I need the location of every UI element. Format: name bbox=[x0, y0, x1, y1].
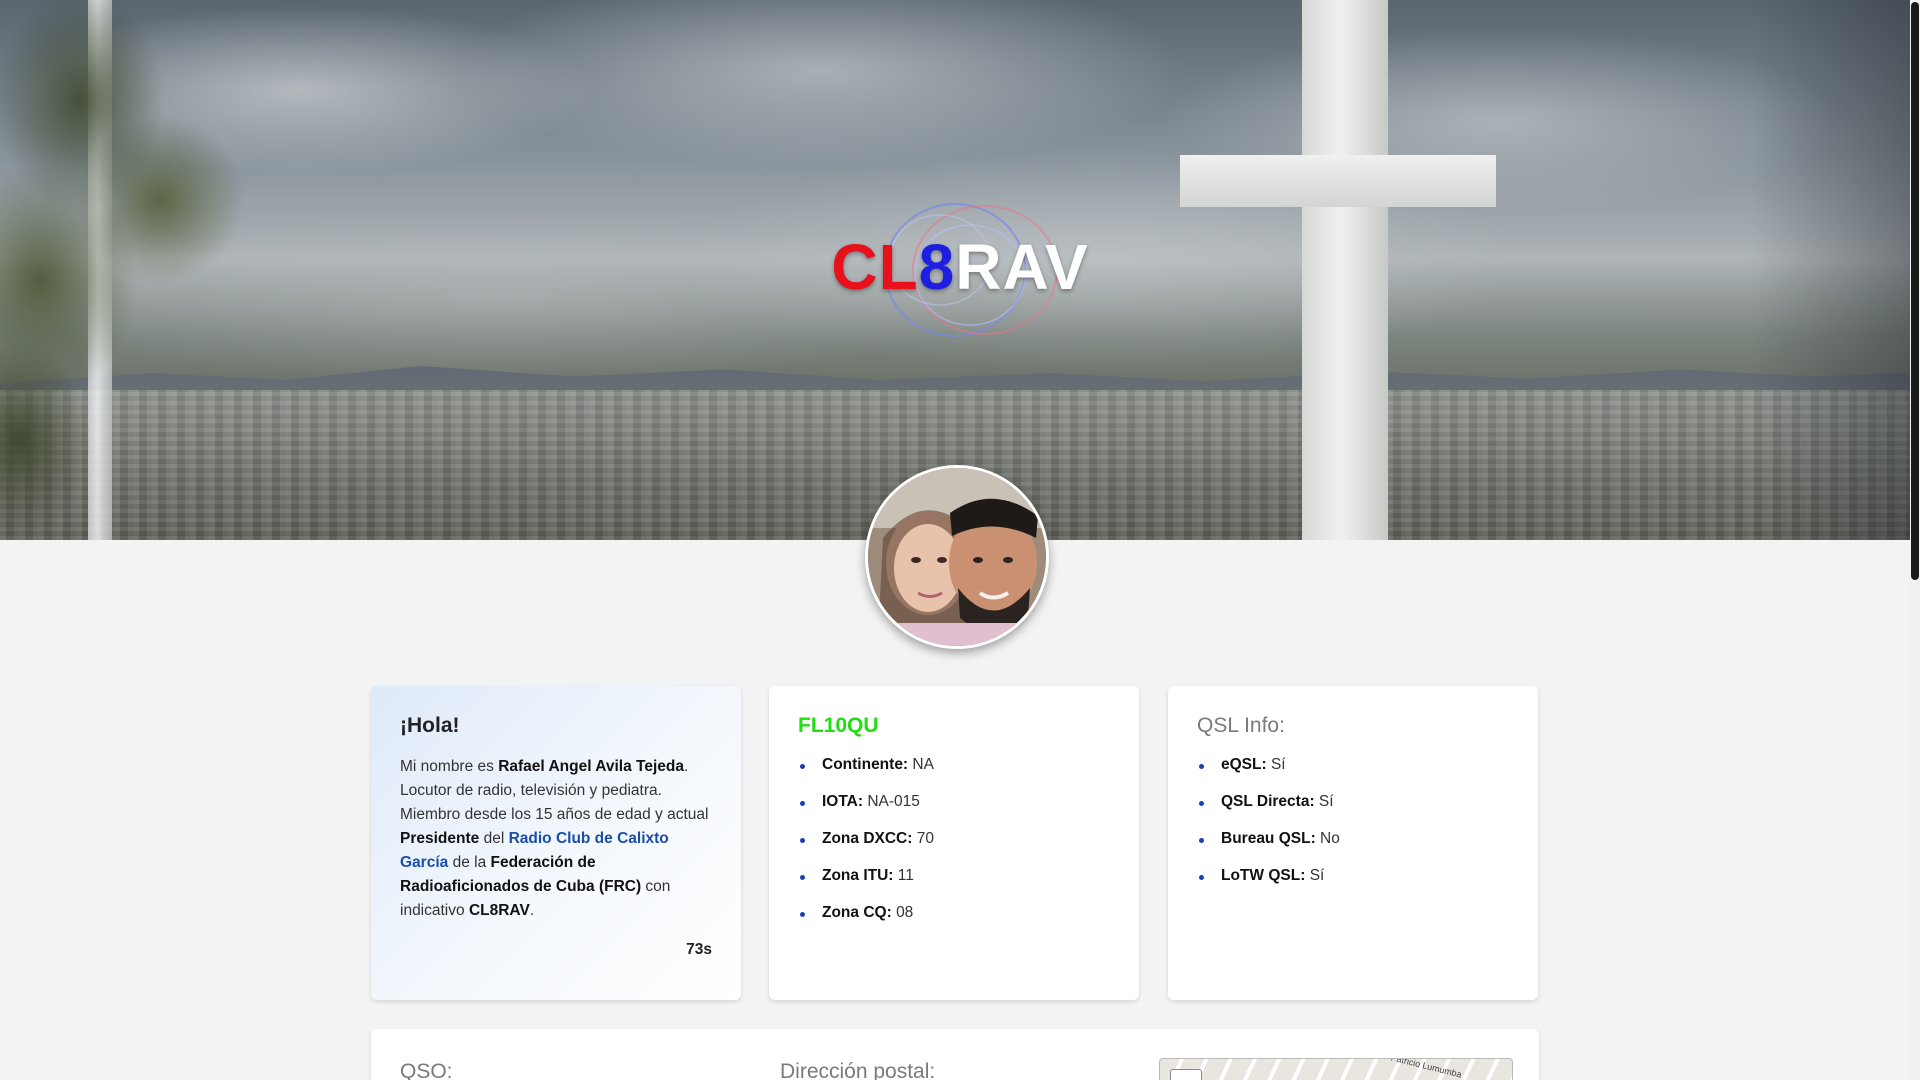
item-label: IOTA: bbox=[822, 793, 864, 810]
map-zoom-control[interactable] bbox=[1170, 1069, 1202, 1080]
site-logo[interactable]: CL8RAV bbox=[830, 200, 1090, 340]
station-card: FL10QU Continente: NA IOTA: NA-015 Zona … bbox=[769, 686, 1139, 1000]
logo-suffix: RAV bbox=[955, 231, 1089, 303]
item-value: NA-015 bbox=[867, 793, 920, 810]
item-label: QSL Directa: bbox=[1221, 793, 1315, 810]
signoff: 73s bbox=[686, 941, 712, 958]
list-item: IOTA: NA-015 bbox=[798, 792, 1110, 812]
item-label: Zona ITU: bbox=[822, 867, 894, 884]
address-title: Dirección postal: bbox=[780, 1060, 936, 1080]
logo-callsign: CL8RAV bbox=[830, 230, 1090, 304]
item-value: 11 bbox=[897, 867, 914, 884]
item-label: Bureau QSL: bbox=[1221, 830, 1316, 847]
bullet-icon bbox=[800, 875, 805, 880]
bullet-icon bbox=[1199, 875, 1204, 880]
scrollbar-thumb[interactable] bbox=[1911, 2, 1919, 580]
list-item: Bureau QSL: No bbox=[1197, 829, 1509, 849]
station-info-list: Continente: NA IOTA: NA-015 Zona DXCC: 7… bbox=[798, 755, 1110, 923]
intro-card: ¡Hola! Mi nombre es Rafael Angel Avila T… bbox=[371, 686, 741, 1000]
avatar-photo-icon bbox=[868, 468, 1046, 646]
item-label: LoTW QSL: bbox=[1221, 867, 1306, 884]
item-label: Zona CQ: bbox=[822, 904, 892, 921]
item-value: Sí bbox=[1270, 756, 1286, 773]
bio-text: . bbox=[529, 902, 535, 919]
logo-prefix: CL bbox=[831, 231, 919, 303]
bio-text: del bbox=[479, 830, 509, 847]
item-value: 70 bbox=[916, 830, 934, 847]
intro-title: ¡Hola! bbox=[400, 714, 460, 737]
scrollbar[interactable] bbox=[1910, 0, 1920, 1080]
list-item: QSL Directa: Sí bbox=[1197, 792, 1509, 812]
hero-edge-shadow bbox=[1750, 0, 1910, 540]
qsl-card: QSL Info: eQSL: Sí QSL Directa: Sí Burea… bbox=[1168, 686, 1538, 1000]
item-value: 08 bbox=[896, 904, 914, 921]
list-item: Continente: NA bbox=[798, 755, 1110, 775]
bullet-icon bbox=[1199, 801, 1204, 806]
qso-title: QSO: bbox=[400, 1060, 453, 1080]
item-label: Continente: bbox=[822, 756, 909, 773]
item-label: eQSL: bbox=[1221, 756, 1267, 773]
cross-vertical-beam bbox=[1302, 0, 1388, 540]
bio-callsign: CL8RAV bbox=[468, 902, 530, 919]
bullet-icon bbox=[800, 838, 805, 843]
map-street-label: Patricio Lumumba bbox=[1389, 1058, 1463, 1080]
bio-name: Rafael Angel Avila Tejeda bbox=[498, 758, 684, 775]
bullet-icon bbox=[1199, 764, 1204, 769]
profile-avatar bbox=[865, 465, 1049, 649]
item-value: No bbox=[1320, 830, 1340, 847]
item-value: NA bbox=[912, 756, 934, 773]
item-value: Sí bbox=[1318, 793, 1334, 810]
bullet-icon bbox=[1199, 838, 1204, 843]
qsl-info-list: eQSL: Sí QSL Directa: Sí Bureau QSL: No … bbox=[1197, 755, 1509, 886]
item-value: Sí bbox=[1309, 867, 1325, 884]
bio-text: Mi nombre es bbox=[400, 758, 499, 775]
list-item: Zona CQ: 08 bbox=[798, 903, 1110, 923]
logo-digit: 8 bbox=[918, 231, 956, 303]
tree-foliage bbox=[0, 0, 290, 540]
bullet-icon bbox=[800, 764, 805, 769]
list-item: Zona ITU: 11 bbox=[798, 866, 1110, 886]
list-item: eQSL: Sí bbox=[1197, 755, 1509, 775]
contact-section: QSO: Dirección postal: Patricio Lumumba bbox=[371, 1029, 1539, 1080]
item-label: Zona DXCC: bbox=[822, 830, 913, 847]
hero-banner: CL8RAV bbox=[0, 0, 1910, 540]
bullet-icon bbox=[800, 912, 805, 917]
list-item: Zona DXCC: 70 bbox=[798, 829, 1110, 849]
bio-text: de la bbox=[448, 854, 491, 871]
qsl-title: QSL Info: bbox=[1197, 714, 1285, 737]
bullet-icon bbox=[800, 801, 805, 806]
page: CL8RAV ¡Hola! Mi nombre es Rafael Angel … bbox=[0, 0, 1920, 1080]
bio-role: Presidente bbox=[400, 830, 480, 847]
intro-bio: Mi nombre es Rafael Angel Avila Tejeda. … bbox=[400, 755, 712, 923]
cross-horizontal-beam bbox=[1180, 155, 1496, 207]
location-map[interactable]: Patricio Lumumba bbox=[1159, 1058, 1513, 1080]
list-item: LoTW QSL: Sí bbox=[1197, 866, 1509, 886]
station-callsign-title: FL10QU bbox=[798, 714, 879, 737]
